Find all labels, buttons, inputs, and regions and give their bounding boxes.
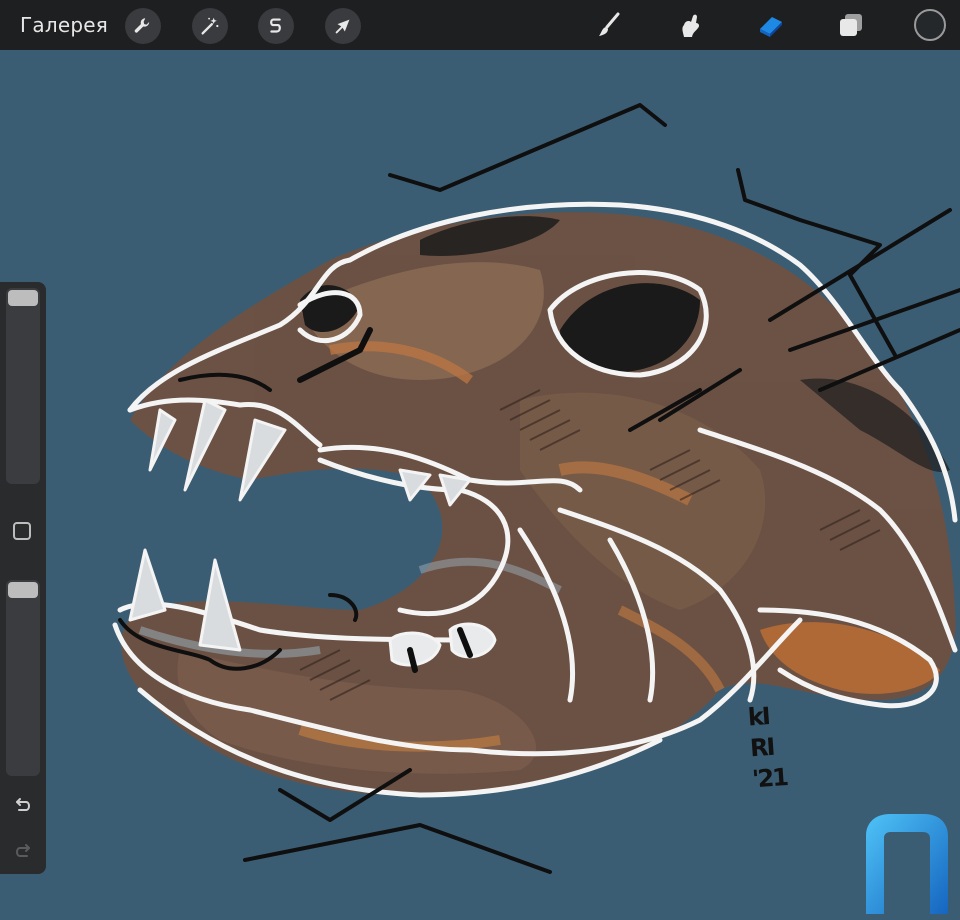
actions-button[interactable] — [125, 8, 161, 44]
top-toolbar: Галерея — [0, 0, 960, 50]
brush-icon — [599, 12, 620, 36]
smudge-icon — [682, 14, 700, 37]
brush-size-knob[interactable] — [8, 290, 38, 306]
transform-button[interactable] — [325, 8, 361, 44]
layers-icon — [840, 14, 862, 36]
gallery-button[interactable]: Галерея — [20, 13, 108, 37]
watermark-logo — [862, 810, 952, 914]
modify-button[interactable] — [13, 522, 31, 540]
undo-button[interactable] — [11, 794, 35, 818]
signature-line: kI — [746, 702, 770, 732]
artist-signature: kI RI '21 — [747, 698, 823, 796]
magic-wand-icon — [201, 17, 219, 35]
selection-button[interactable] — [258, 8, 294, 44]
signature-line: '21 — [751, 762, 788, 794]
redo-button[interactable] — [11, 840, 35, 864]
layers-tool[interactable] — [834, 8, 868, 42]
color-picker-swatch[interactable] — [914, 9, 946, 41]
smudge-tool[interactable] — [673, 8, 707, 42]
undo-icon — [16, 798, 30, 811]
selection-icon — [270, 18, 281, 33]
п-logo-icon — [866, 814, 948, 914]
opacity-slider[interactable] — [6, 580, 40, 776]
signature-line: RI — [749, 732, 775, 763]
eraser-icon — [760, 17, 782, 37]
eraser-tool[interactable] — [754, 8, 788, 42]
brush-tool[interactable] — [592, 8, 626, 42]
transform-arrow-icon — [335, 19, 350, 34]
left-sidebar — [0, 282, 46, 874]
redo-icon — [16, 844, 30, 857]
opacity-knob[interactable] — [8, 582, 38, 598]
adjustments-button[interactable] — [192, 8, 228, 44]
wrench-icon — [134, 18, 150, 33]
brush-size-slider[interactable] — [6, 288, 40, 484]
